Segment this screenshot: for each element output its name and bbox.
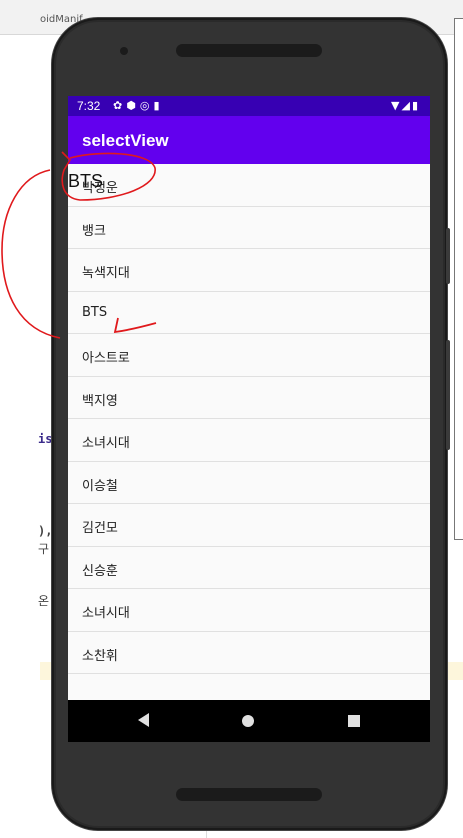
status-left-icons: ✿⬢◎▮ — [113, 99, 164, 112]
top-speaker — [176, 44, 322, 57]
ide-code-fragment: 온 — [38, 594, 50, 608]
back-icon[interactable] — [138, 713, 149, 727]
list-item-label: 이승철 — [82, 478, 118, 494]
ide-code-fragment: ), — [38, 524, 53, 538]
list-item[interactable]: 김건모 — [68, 504, 430, 547]
list-item[interactable]: 소찬휘 — [68, 632, 430, 674]
status-bar: 7:32 ✿⬢◎▮ ▼◢▮ — [68, 96, 430, 116]
battery-icon: ▮ — [411, 99, 420, 112]
selected-text: BTS — [68, 171, 104, 191]
signal-icon: ◢ — [401, 99, 412, 112]
list-item-label: 김건모 — [82, 521, 118, 536]
list-item[interactable]: 소녀시대 — [68, 419, 430, 462]
power-button — [446, 340, 450, 450]
status-right-icons: ▼◢▮ — [391, 99, 420, 112]
list-item[interactable]: BTS — [68, 292, 430, 334]
navigation-bar — [68, 700, 430, 742]
list-item-label: 뱅크 — [82, 223, 106, 239]
list-item[interactable]: 뱅크 — [68, 207, 430, 249]
gear-icon: ✿ — [113, 99, 127, 112]
shield-icon: ⬢ — [126, 99, 140, 112]
ide-code-fragment: is — [38, 432, 53, 446]
list-item-label: 녹색지대 — [82, 266, 130, 281]
wifi-icon: ▼ — [391, 99, 402, 112]
at-icon: ◎ — [139, 99, 154, 112]
list-item-label: 소찬휘 — [82, 648, 118, 664]
home-icon[interactable] — [242, 715, 254, 727]
list-item-label: 소녀시대 — [82, 606, 130, 621]
device-screen: 7:32 ✿⬢◎▮ ▼◢▮ selectView 박정운 뱅크 녹색지대 BTS… — [68, 96, 430, 742]
list-item-label: BTS — [82, 304, 108, 320]
list-item[interactable]: 소녀시대 — [68, 589, 430, 632]
artist-list[interactable]: 박정운 뱅크 녹색지대 BTS 아스트로 백지영 소녀시대 이승철 김건모 신승… — [68, 164, 430, 674]
volume-button — [446, 228, 450, 284]
list-item-label: 백지영 — [82, 393, 118, 409]
status-time: 7:32 — [77, 99, 101, 113]
front-camera — [120, 47, 128, 55]
ide-side-panel — [454, 18, 463, 540]
app-bar: selectView — [68, 116, 430, 164]
bottom-speaker — [176, 788, 322, 801]
list-item-label: 아스트로 — [82, 351, 130, 366]
list-item[interactable]: 아스트로 — [68, 334, 430, 377]
list-item-label: 소녀시대 — [82, 436, 130, 451]
recents-icon[interactable] — [348, 715, 360, 727]
list-item[interactable]: 이승철 — [68, 462, 430, 504]
sd-card-icon: ▮ — [153, 99, 164, 112]
ide-code-fragment: 구 — [38, 542, 50, 556]
list-item[interactable]: 녹색지대 — [68, 249, 430, 292]
list-item[interactable]: 박정운 — [68, 164, 430, 207]
list-item[interactable]: 신승훈 — [68, 547, 430, 589]
app-title: selectView — [82, 131, 169, 150]
list-item[interactable]: 백지영 — [68, 377, 430, 419]
list-item-label: 신승훈 — [82, 563, 118, 579]
